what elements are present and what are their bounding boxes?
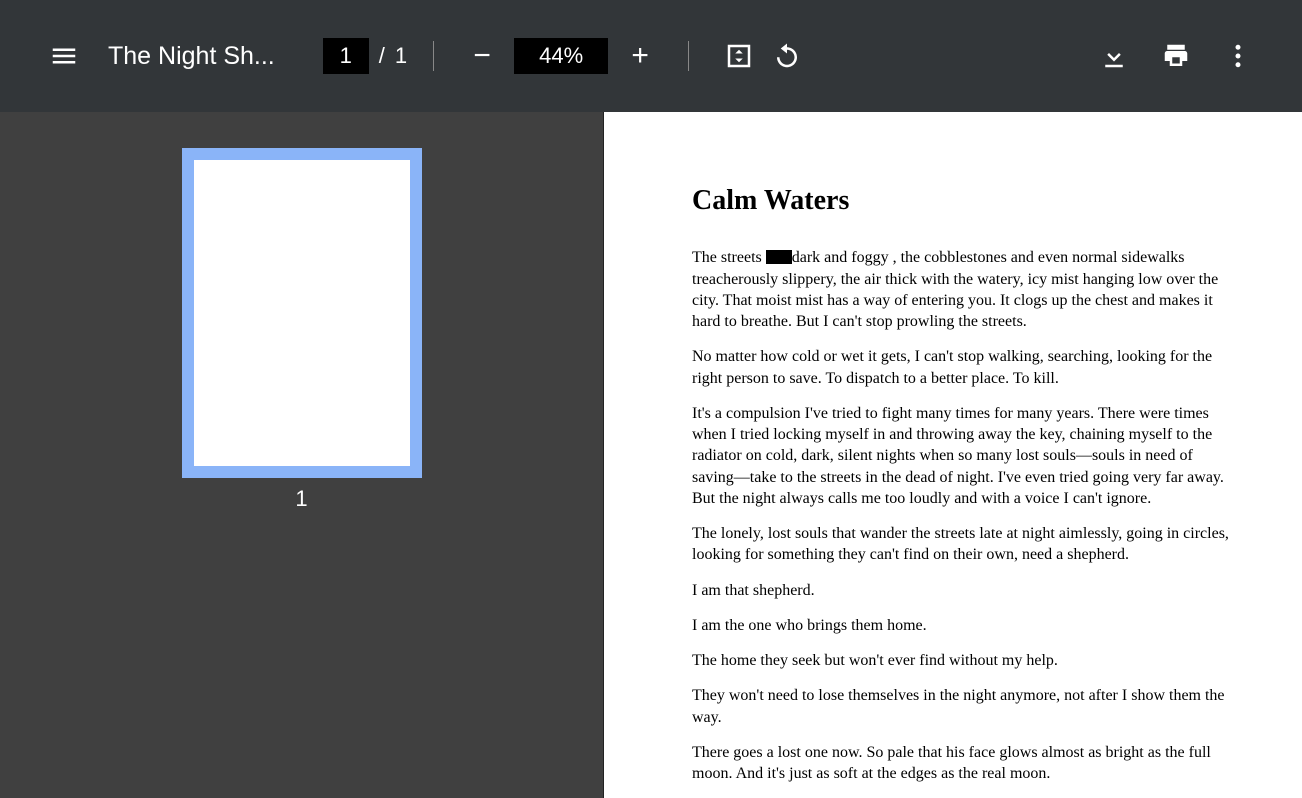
thumbnail-page-number: 1 (295, 486, 307, 512)
more-icon[interactable] (1214, 32, 1262, 80)
body-paragraph: The lonely, lost souls that wander the s… (692, 523, 1232, 566)
redaction-mark (766, 250, 792, 264)
download-icon[interactable] (1090, 32, 1138, 80)
body-paragraph: The home they seek but won't ever find w… (692, 650, 1232, 671)
page-thumbnail[interactable] (182, 148, 422, 478)
menu-icon[interactable] (40, 32, 88, 80)
right-toolbar (1090, 32, 1262, 80)
body-paragraph: There goes a lost one now. So pale that … (692, 742, 1232, 785)
print-icon[interactable] (1152, 32, 1200, 80)
page-view[interactable]: Calm Waters The streets dark and foggy ,… (604, 112, 1302, 798)
body-paragraph: I am the one who brings them home. (692, 615, 1232, 636)
content-area: 1 Calm Waters The streets dark and foggy… (0, 112, 1302, 798)
body-paragraph: The streets dark and foggy , the cobbles… (692, 247, 1232, 332)
total-pages: 1 (395, 43, 407, 69)
zoom-in-button[interactable]: + (618, 32, 662, 80)
body-paragraph: No matter how cold or wet it gets, I can… (692, 346, 1232, 389)
page-heading: Calm Waters (692, 182, 1232, 219)
zoom-controls: − + (460, 32, 662, 80)
fit-page-icon[interactable] (715, 32, 763, 80)
zoom-out-button[interactable]: − (460, 32, 504, 80)
body-paragraph: They won't need to lose themselves in th… (692, 685, 1232, 728)
body-paragraph: It's a compulsion I've tried to fight ma… (692, 403, 1232, 509)
page-nav: / 1 (323, 38, 407, 74)
divider (433, 41, 434, 71)
thumbnail-sidebar[interactable]: 1 (0, 112, 604, 798)
document-page: Calm Waters The streets dark and foggy ,… (604, 112, 1302, 798)
zoom-input[interactable] (514, 38, 608, 74)
divider (688, 41, 689, 71)
document-title: The Night Sh... (108, 42, 275, 71)
current-page-input[interactable] (323, 38, 369, 74)
body-paragraph: I am that shepherd. (692, 580, 1232, 601)
rotate-icon[interactable] (763, 32, 811, 80)
toolbar: The Night Sh... / 1 − + (0, 0, 1302, 112)
page-slash: / (379, 43, 385, 69)
